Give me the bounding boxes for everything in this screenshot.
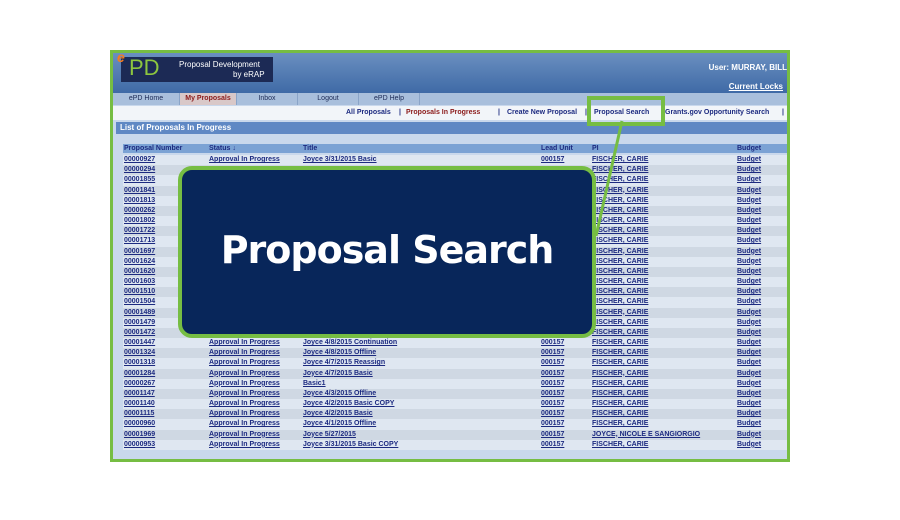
proposal-search-highlight	[587, 96, 665, 126]
callout-line	[594, 120, 624, 237]
callout-box: Proposal Search	[178, 166, 596, 338]
callout-label: Proposal Search	[220, 228, 555, 272]
